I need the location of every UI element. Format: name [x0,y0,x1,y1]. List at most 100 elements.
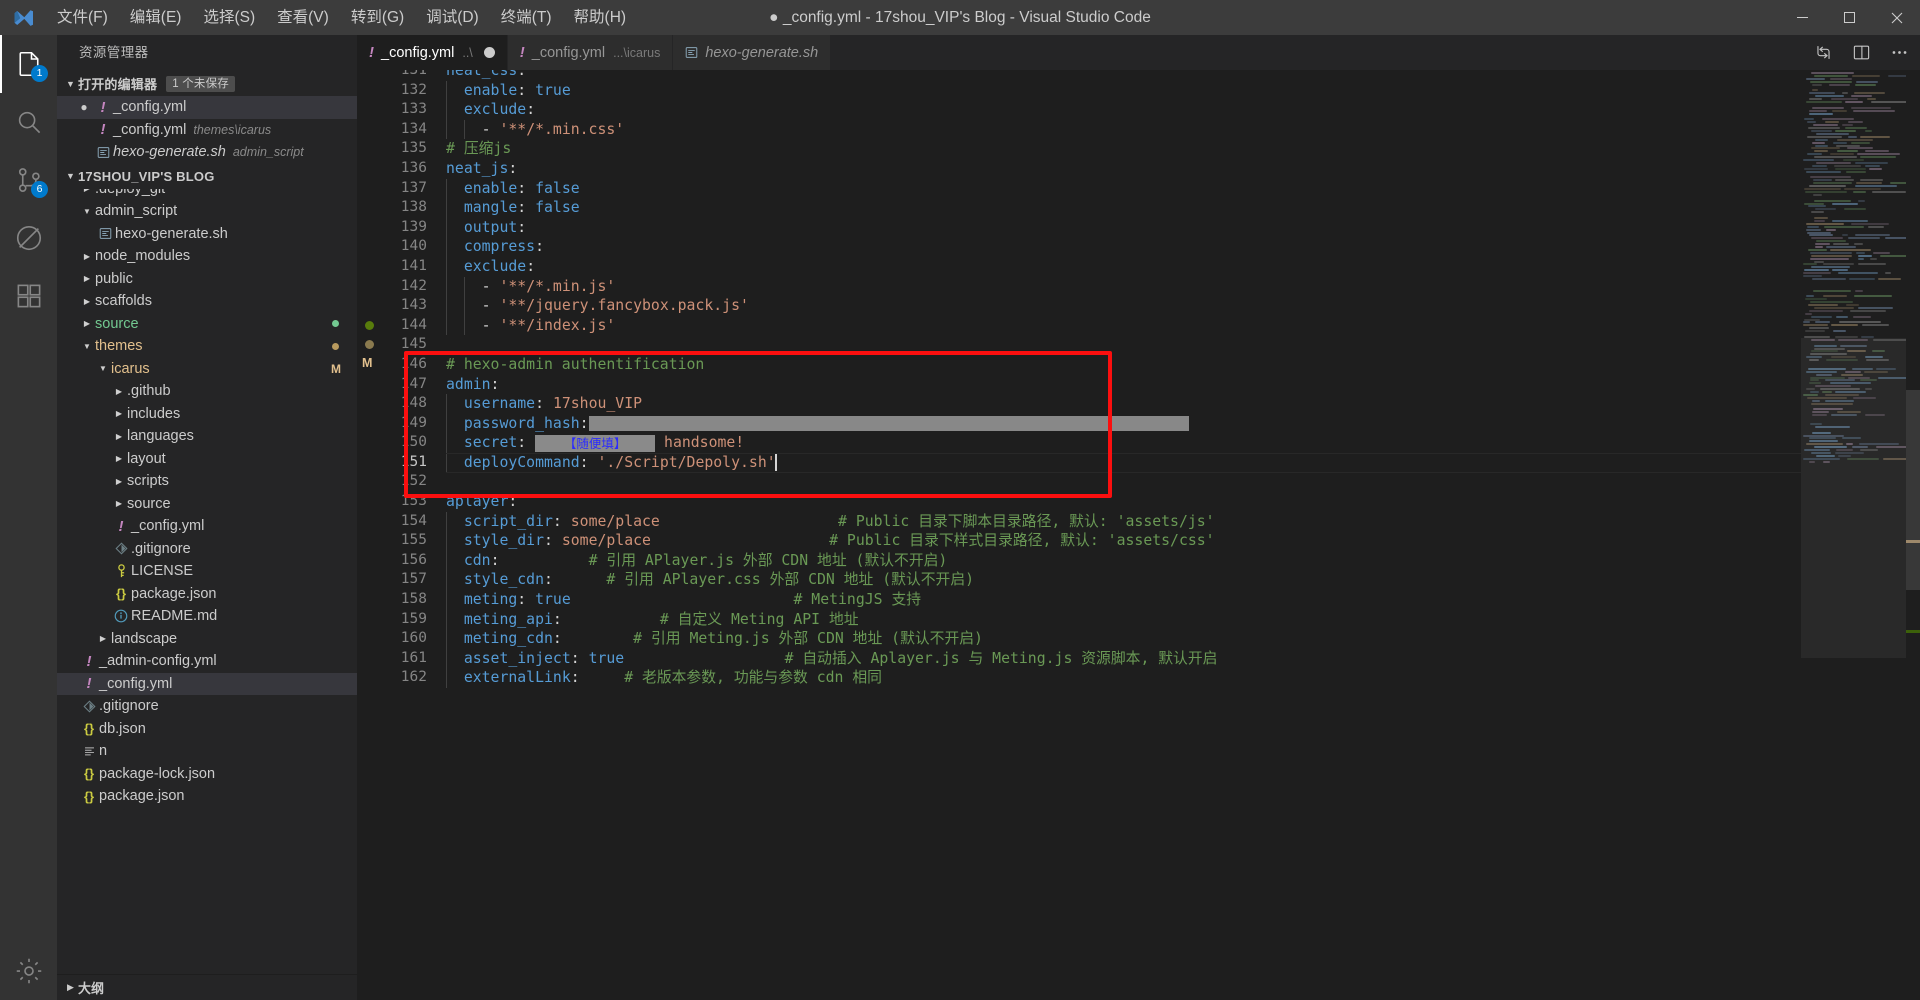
tree-item[interactable]: ! _config.yml [57,515,357,538]
tree-item[interactable]: ▶ layout [57,448,357,471]
chevron-right-icon[interactable]: ▶ [79,319,95,328]
code-line[interactable]: - '**/index.js' [446,315,1920,336]
tab-hexo-generate-sh[interactable]: hexo-generate.sh [673,35,832,70]
code-line[interactable]: neat_js: [446,159,1920,179]
tree-item[interactable]: ▶ node_modules [57,245,357,268]
code-line[interactable]: password_hash: [446,413,1920,434]
editor-scrollbar[interactable] [1906,70,1920,1000]
code-line[interactable]: admin: [446,375,1920,395]
chevron-right-icon[interactable]: ▶ [111,477,127,486]
tree-item[interactable]: .gitignore [57,538,357,561]
tree-item[interactable]: ▼ admin_script [57,200,357,223]
code-editor[interactable]: M 131 132 133 134 135 136 137 138 139 140 141 142 14… [357,70,1920,1000]
chevron-right-icon[interactable]: ▶ [111,454,127,463]
tree-item[interactable]: ▶ .deploy_git [57,189,357,201]
chevron-right-icon[interactable]: ▶ [95,634,111,643]
open-changes-icon[interactable] [1812,42,1834,64]
code-line[interactable]: exclude: [446,100,1920,120]
activitybar-explorer[interactable]: 1 [0,35,57,93]
code-line[interactable]: # hexo-admin authentification [446,355,1920,375]
menu-file[interactable]: 文件(F) [46,0,119,35]
tree-item[interactable]: ▶ source [57,493,357,516]
code-line[interactable]: secret: 【随便填】 handsome! [446,433,1920,453]
tree-item[interactable]: n [57,740,357,763]
chevron-right-icon[interactable]: ▶ [111,409,127,418]
code-line[interactable] [446,472,1920,492]
minimap[interactable] [1801,70,1906,1000]
chevron-right-icon[interactable]: ▶ [111,432,127,441]
code-line[interactable]: meting_cdn: # 引用 Meting.js 外部 CDN 地址 (默认… [446,629,1920,649]
section-open-editors[interactable]: ▼ 打开的编辑器 1 个未保存 [57,71,357,96]
tree-item[interactable]: {} db.json [57,718,357,741]
minimize-button[interactable] [1779,0,1826,35]
code-line[interactable] [446,335,1920,355]
close-button[interactable] [1873,0,1920,35]
tree-item[interactable]: hexo-generate.sh [57,223,357,246]
section-outline[interactable]: ▶ 大纲 [57,974,357,1000]
tree-item[interactable]: LICENSE [57,560,357,583]
tree-item[interactable]: ▶ scaffolds [57,290,357,313]
tree-item[interactable]: {} package-lock.json [57,763,357,786]
code-line[interactable]: - '**/*.min.js' [446,276,1920,297]
chevron-right-icon[interactable]: ▶ [79,189,95,194]
tree-item[interactable]: ▶ landscape [57,628,357,651]
activitybar-source-control[interactable]: 6 [0,151,57,209]
menu-help[interactable]: 帮助(H) [563,0,638,35]
code-line[interactable]: meting_api: # 自定义 Meting API 地址 [446,609,1920,630]
tree-item[interactable]: ▶ includes [57,403,357,426]
open-editor-item[interactable]: ! _config.yml themes\icarus [57,119,357,142]
tree-item[interactable]: README.md [57,605,357,628]
menu-terminal[interactable]: 终端(T) [490,0,563,35]
code-line[interactable]: style_cdn: # 引用 APlayer.css 外部 CDN 地址 (默… [446,570,1920,591]
tree-item[interactable]: ▼ themes [57,335,357,358]
tree-item[interactable]: .gitignore [57,695,357,718]
tree-item[interactable]: ▶ source [57,313,357,336]
minimap-slider[interactable] [1801,338,1906,658]
more-actions-icon[interactable] [1888,42,1910,64]
tree-item[interactable]: ! _admin-config.yml [57,650,357,673]
tree-item[interactable]: {} package.json [57,583,357,606]
activitybar-extensions[interactable] [0,267,57,325]
open-editor-item[interactable]: hexo-generate.sh admin_script [57,141,357,164]
chevron-right-icon[interactable]: ▶ [111,387,127,396]
code-line[interactable]: script_dir: some/place # Public 目录下脚本目录路… [446,511,1920,532]
code-line[interactable]: compress: [446,237,1920,257]
section-project-root[interactable]: ▼ 17SHOU_VIP'S BLOG [57,164,357,189]
code-line[interactable]: mangle: false [446,198,1920,218]
code-line[interactable]: asset_inject: true # 自动插入 Aplayer.js 与 M… [446,648,1920,669]
scrollbar-thumb[interactable] [1906,390,1920,590]
code-line[interactable]: aplayer: [446,492,1920,512]
tab-config-yml-icarus[interactable]: ! _config.yml ...\icarus [507,35,674,70]
chevron-down-icon[interactable]: ▼ [95,364,111,373]
code-line[interactable]: output: [446,217,1920,238]
chevron-down-icon[interactable]: ▼ [79,342,95,351]
code-line[interactable]: username: 17shou_VIP [446,394,1920,414]
menu-debug[interactable]: 调试(D) [415,0,490,35]
menu-view[interactable]: 查看(V) [266,0,340,35]
tab-dirty-indicator[interactable] [483,47,495,58]
dirty-dot-icon[interactable]: ● [75,100,93,114]
split-editor-icon[interactable] [1850,42,1872,64]
chevron-right-icon[interactable]: ▶ [111,499,127,508]
code-line[interactable]: externalLink: # 老版本参数, 功能与参数 cdn 相同 [446,668,1920,688]
activitybar-search[interactable] [0,93,57,151]
code-line[interactable]: # 压缩js [446,139,1920,159]
code-line[interactable]: exclude: [446,256,1920,277]
file-tree[interactable]: ▶ .deploy_git ▼ admin_script hexo-generate.s… [57,189,357,1000]
activitybar-settings[interactable] [0,942,57,1000]
tree-item[interactable]: ▶ .github [57,380,357,403]
menu-edit[interactable]: 编辑(E) [119,0,193,35]
open-editor-item[interactable]: ● ! _config.yml [57,96,357,119]
tree-item[interactable]: ▶ public [57,268,357,291]
code-line[interactable]: - '**/*.min.css' [446,119,1920,140]
tree-item[interactable]: ▶ languages [57,425,357,448]
code-line[interactable]: cdn: # 引用 APlayer.js 外部 CDN 地址 (默认不开启) [446,550,1920,571]
code-line[interactable]: enable: false [446,178,1920,199]
code-line[interactable]: meting: true # MetingJS 支持 [446,590,1920,610]
tree-item[interactable]: {} package.json [57,785,357,808]
tree-item[interactable]: ! _config.yml [57,672,357,695]
chevron-right-icon[interactable]: ▶ [79,297,95,306]
tree-item[interactable]: ▼ icarus M [57,358,357,381]
chevron-down-icon[interactable]: ▼ [79,207,95,216]
code-line[interactable]: - '**/jquery.fancybox.pack.js' [446,296,1920,316]
